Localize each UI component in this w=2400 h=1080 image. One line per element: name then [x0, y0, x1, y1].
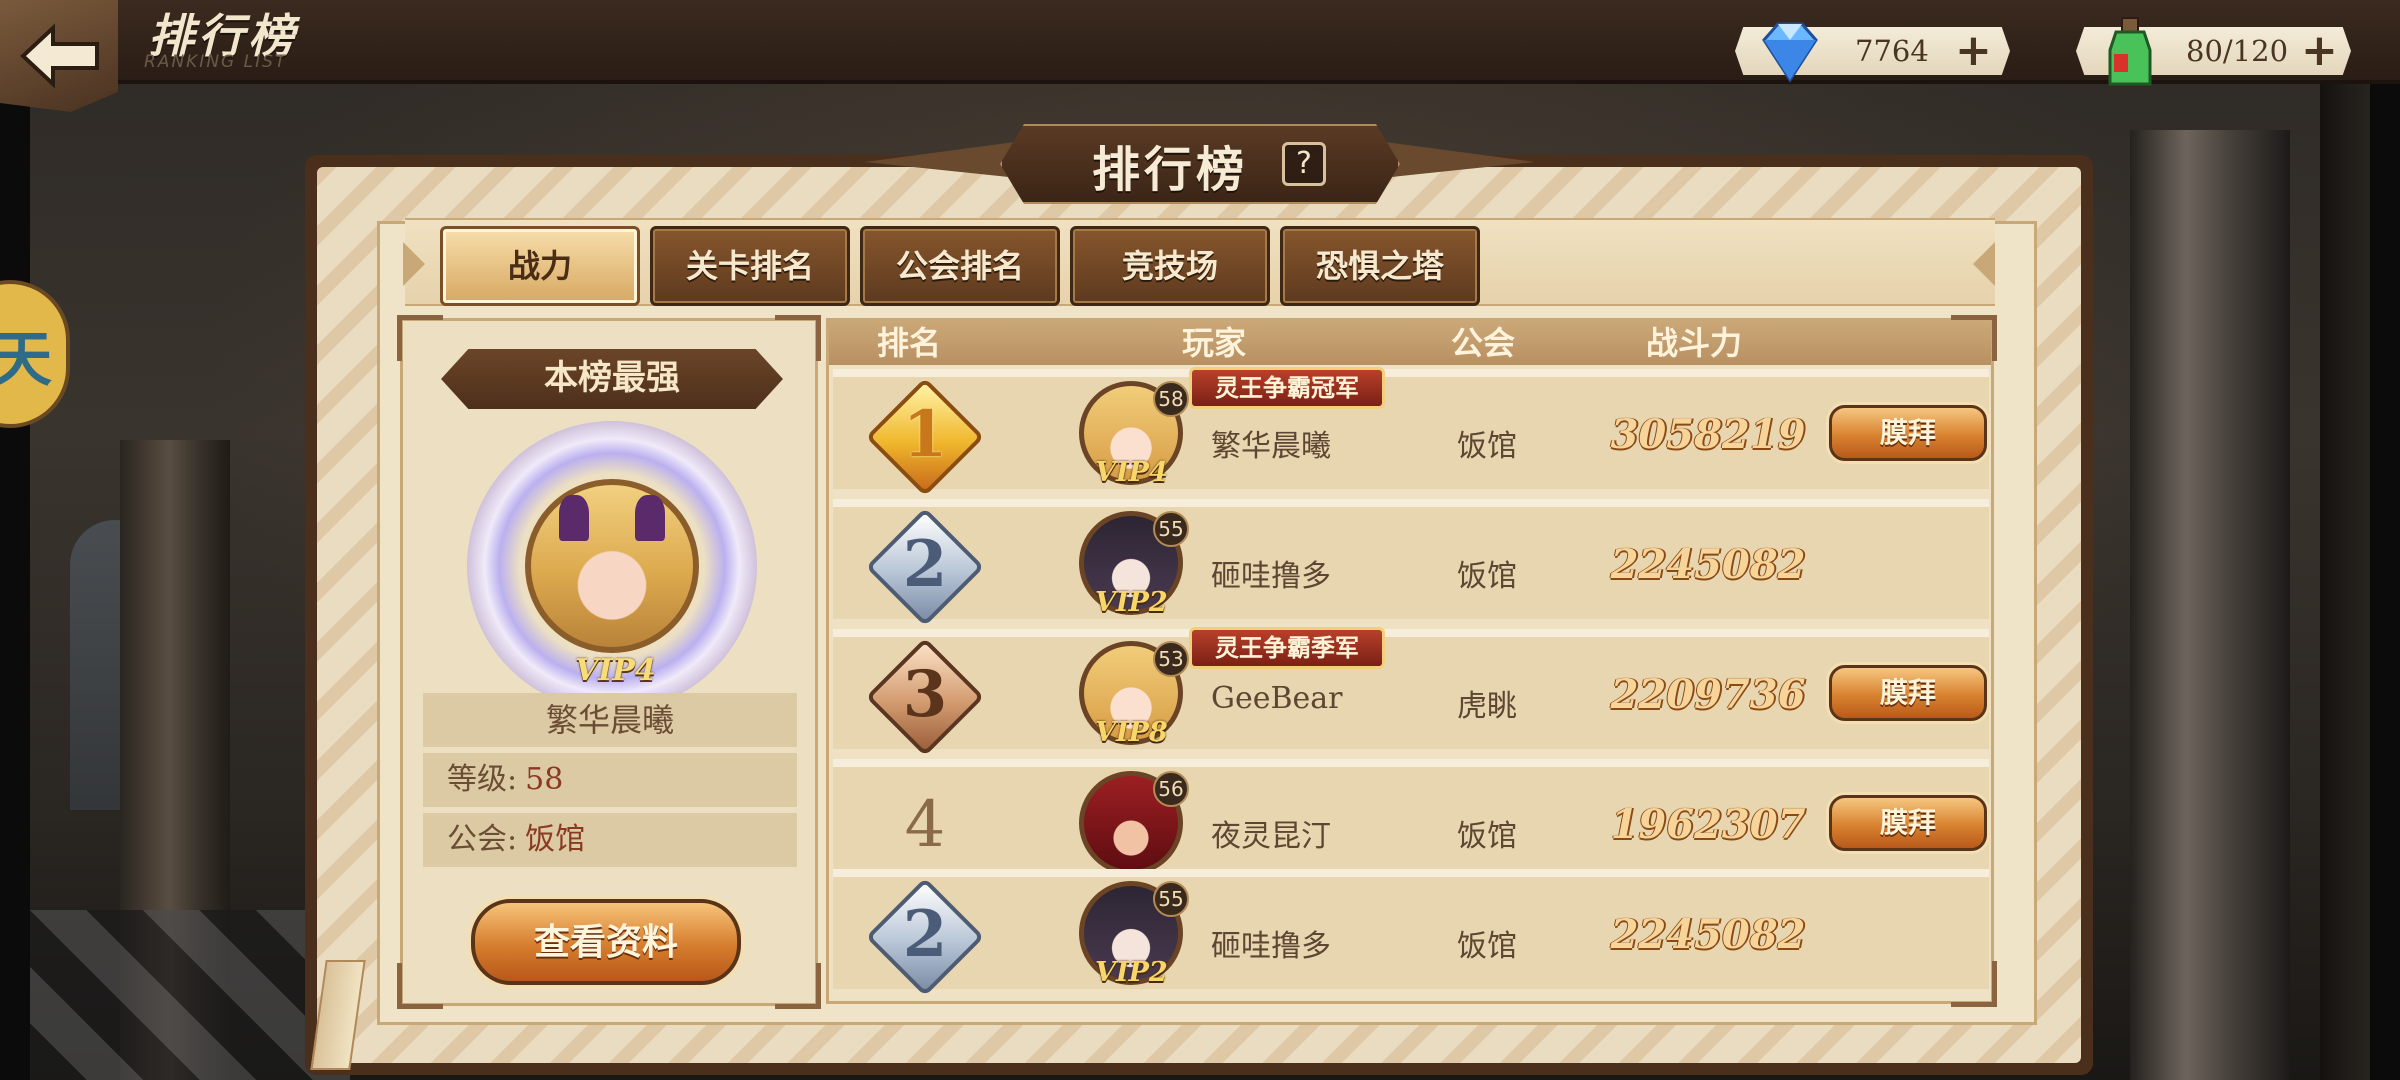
ranking-table: 排名 玩家 公会 战斗力 1 58 VIP4 灵王争霸冠军 繁华晨曦 饭馆 30…	[826, 315, 1997, 1007]
player-vip: VIP2	[1095, 587, 1168, 618]
level-label: 等级:	[447, 762, 518, 797]
add-gems-button[interactable]: +	[1955, 27, 1992, 75]
horn-ornament	[559, 495, 589, 541]
player-name: 繁华晨曦	[1211, 429, 1331, 464]
guild-value: 饭馆	[525, 822, 586, 857]
gem-amount: 7764	[1855, 34, 1929, 68]
player-guild: 饭馆	[1457, 559, 1517, 594]
tab-arena[interactable]: 竞技场	[1070, 226, 1270, 306]
table-row[interactable]: 2 55 VIP2 砸哇撸多 饭馆 2245082	[833, 499, 1989, 627]
corner-ornament	[397, 963, 443, 1009]
tab-guild-ranking[interactable]: 公会排名	[860, 226, 1060, 306]
header-rank: 排名	[876, 324, 941, 362]
stamina-amount: 80/120	[2186, 34, 2289, 68]
top-player-heading: 本榜最强	[441, 349, 783, 409]
page-subtitle: RANKING LIST	[144, 52, 288, 72]
player-level-badge: 55	[1153, 881, 1189, 917]
top-player-avatar	[525, 479, 699, 653]
background-pillar-far-right	[2320, 0, 2370, 1080]
player-name: 砸哇撸多	[1211, 929, 1331, 964]
player-level-badge: 53	[1153, 641, 1189, 677]
player-guild: 饭馆	[1457, 929, 1517, 964]
tab-strip: 战力 关卡排名 公会排名 竞技场 恐惧之塔	[403, 218, 1995, 306]
player-guild: 饭馆	[1457, 429, 1517, 464]
panel-title-plate: 排行榜	[865, 118, 1535, 218]
help-button[interactable]: ?	[1282, 142, 1326, 186]
tab-power[interactable]: 战力	[440, 226, 640, 306]
player-name: 夜灵昆汀	[1211, 819, 1331, 854]
add-stamina-button[interactable]: +	[2301, 27, 2338, 75]
player-title-banner: 灵王争霸冠军	[1189, 367, 1385, 409]
view-profile-button[interactable]: 查看资料	[471, 899, 741, 985]
side-event-glyph: 天	[0, 324, 52, 395]
worship-button[interactable]: 膜拜	[1829, 405, 1987, 461]
table-header: 排名 玩家 公会 战斗力	[829, 321, 1991, 365]
player-title-banner: 灵王争霸季军	[1189, 627, 1385, 669]
player-guild: 饭馆	[1457, 819, 1517, 854]
player-guild: 虎眺	[1457, 689, 1517, 724]
rank-number: 4	[904, 788, 946, 862]
table-row[interactable]: 2 55 VIP2 砸哇撸多 饭馆 2245082	[833, 869, 1989, 997]
player-power: 1962307	[1610, 801, 1806, 848]
back-button[interactable]	[0, 0, 118, 112]
top-player-vip: VIP4	[575, 653, 656, 688]
guild-label: 公会:	[447, 822, 518, 857]
rank-number: 1	[902, 397, 948, 472]
corner-ornament	[775, 963, 821, 1009]
rank-number: 3	[902, 657, 948, 732]
top-player-name: 繁华晨曦	[423, 693, 797, 747]
top-player-portrait[interactable]: VIP4	[467, 421, 757, 711]
background-floor	[30, 910, 350, 1080]
rank-number: 2	[902, 897, 948, 972]
player-power: 2209736	[1610, 671, 1806, 718]
player-level-badge: 56	[1153, 771, 1189, 807]
panel-title: 排行榜	[1091, 142, 1248, 198]
diamond-icon	[1762, 22, 1818, 83]
worship-button[interactable]: 膜拜	[1829, 665, 1987, 721]
player-name: GeeBear	[1211, 681, 1343, 716]
tab-stage-ranking[interactable]: 关卡排名	[650, 226, 850, 306]
tabs-scroll-right-icon[interactable]	[1973, 242, 1995, 286]
corner-ornament	[397, 315, 443, 361]
table-row[interactable]: 1 58 VIP4 灵王争霸冠军 繁华晨曦 饭馆 3058219 膜拜	[833, 367, 1989, 497]
back-arrow-icon	[20, 23, 99, 89]
top-player-level-row: 等级: 58	[423, 753, 797, 807]
player-vip: VIP8	[1095, 717, 1168, 748]
player-power: 3058219	[1610, 411, 1806, 458]
table-row[interactable]: 3 53 VIP8 灵王争霸季军 GeeBear 虎眺 2209736 膜拜	[833, 627, 1989, 757]
top-bar: 排行榜 RANKING LIST 7764 + 80/120 +	[0, 0, 2400, 112]
worship-button[interactable]: 膜拜	[1829, 795, 1987, 851]
potion-icon	[2108, 17, 2152, 86]
header-player: 玩家	[1181, 324, 1246, 362]
horn-ornament	[635, 495, 665, 541]
header-power: 战斗力	[1645, 324, 1742, 362]
corner-ornament	[775, 315, 821, 361]
player-power: 2245082	[1610, 541, 1806, 588]
background-pillar-right	[2130, 130, 2290, 1080]
player-name: 砸哇撸多	[1211, 559, 1331, 594]
tab-tower-of-fear[interactable]: 恐惧之塔	[1280, 226, 1480, 306]
tabs-scroll-left-icon[interactable]	[403, 242, 425, 286]
player-vip: VIP2	[1095, 957, 1168, 988]
player-level-badge: 55	[1153, 511, 1189, 547]
rank-number: 2	[902, 527, 948, 602]
header-guild: 公会	[1450, 324, 1515, 362]
top-player-guild-row: 公会: 饭馆	[423, 813, 797, 867]
level-value: 58	[525, 762, 564, 797]
player-vip: VIP4	[1095, 457, 1168, 488]
player-power: 2245082	[1610, 911, 1806, 958]
top-player-card: 本榜最强 VIP4 繁华晨曦 等级: 58 公会: 饭馆 查看资料	[397, 315, 821, 1009]
player-level-badge: 58	[1153, 381, 1189, 417]
table-row[interactable]: 4 56 夜灵昆汀 饭馆 1962307 膜拜	[833, 759, 1989, 875]
